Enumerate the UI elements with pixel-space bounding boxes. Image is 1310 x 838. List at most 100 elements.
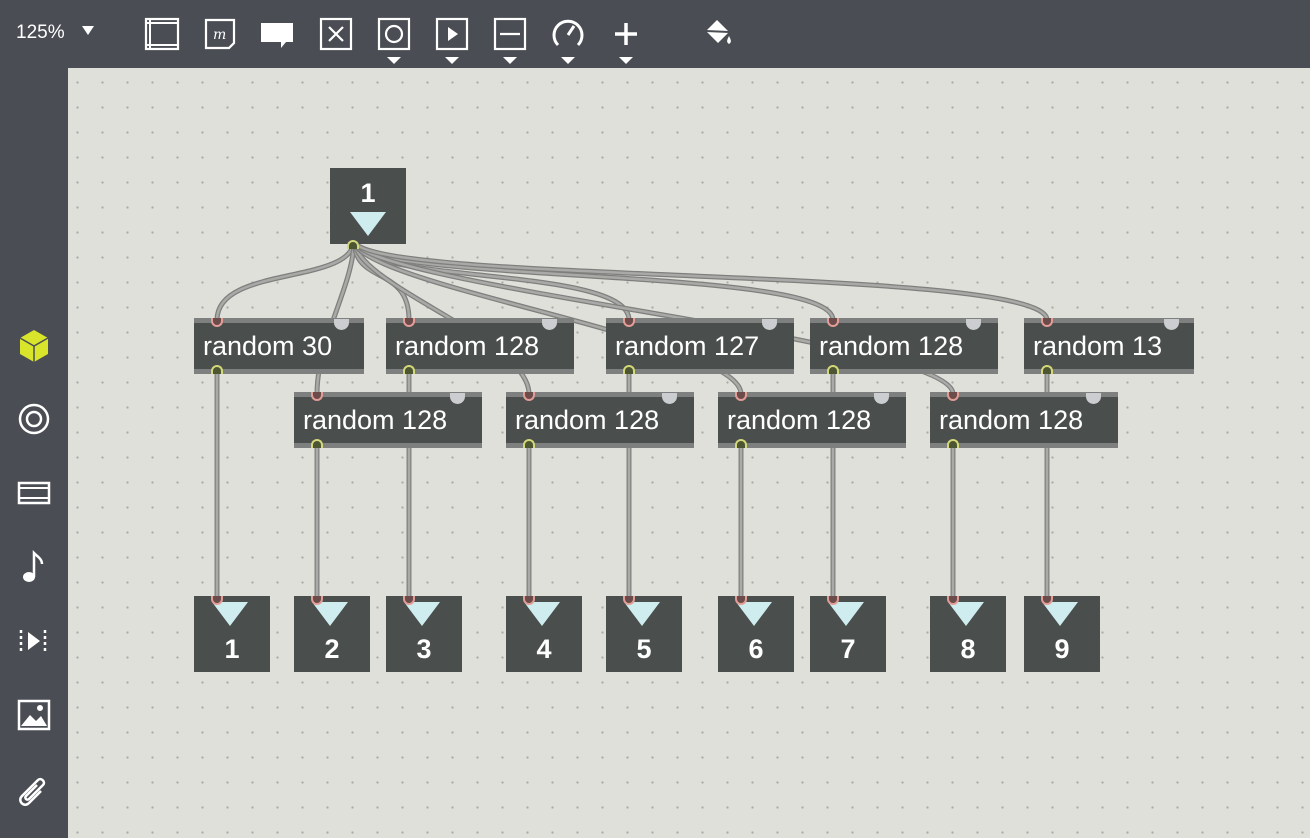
random-object[interactable]: random 128 <box>810 318 998 374</box>
music-button[interactable] <box>14 547 54 587</box>
bang-button[interactable] <box>374 14 414 64</box>
inlet[interactable] <box>966 319 981 330</box>
random-object[interactable]: random 128 <box>506 392 694 448</box>
add-object-button[interactable] <box>606 14 646 64</box>
object-text: random 30 <box>203 331 333 361</box>
inlet[interactable] <box>947 392 959 401</box>
outlet[interactable] <box>403 365 415 374</box>
output-number-value: 3 <box>416 634 432 664</box>
source-number-value: 1 <box>360 178 376 208</box>
outlet[interactable] <box>947 439 959 448</box>
output-number-value: 9 <box>1054 634 1070 664</box>
slider-icon <box>493 17 527 51</box>
random-object[interactable]: random 30 <box>194 318 364 374</box>
comment-button[interactable] <box>258 14 298 54</box>
object-text: random 127 <box>615 331 760 361</box>
step-forward-button[interactable] <box>14 621 54 661</box>
target-button[interactable] <box>14 399 54 439</box>
inlet[interactable] <box>827 318 839 327</box>
outlet[interactable] <box>827 365 839 374</box>
output-number-box[interactable]: 7 <box>810 596 886 672</box>
attachments-button[interactable] <box>14 769 54 809</box>
zoom-level[interactable]: 125% <box>16 22 65 44</box>
inlet[interactable] <box>1086 393 1101 404</box>
inlet[interactable] <box>1164 319 1179 330</box>
random-object[interactable]: random 128 <box>930 392 1118 448</box>
play-dropdown-icon[interactable] <box>445 57 459 64</box>
inlet[interactable] <box>762 319 777 330</box>
output-number-value: 8 <box>960 634 976 664</box>
object-text: random 128 <box>303 405 448 435</box>
number-arrow-icon <box>312 602 348 626</box>
inlet[interactable] <box>334 319 349 330</box>
panel-button[interactable] <box>142 14 182 54</box>
inlet[interactable] <box>211 318 223 327</box>
outlet[interactable] <box>523 439 535 448</box>
patcher-canvas[interactable] <box>68 68 1310 838</box>
bang-dropdown-icon[interactable] <box>387 57 401 64</box>
film-strip-icon <box>17 481 51 505</box>
number-arrow-icon <box>1042 602 1078 626</box>
output-number-box[interactable]: 4 <box>506 596 582 672</box>
outlet[interactable] <box>623 365 635 374</box>
outlet[interactable] <box>347 240 359 249</box>
source-number-box[interactable]: 1 <box>330 168 406 249</box>
media-button[interactable] <box>14 473 54 513</box>
package-manager-button[interactable] <box>14 326 54 366</box>
message-box-button[interactable]: m <box>200 14 240 54</box>
toggle-icon <box>319 17 353 51</box>
inlet[interactable] <box>735 392 747 401</box>
slider-button[interactable] <box>490 14 530 64</box>
inlet[interactable] <box>523 392 535 401</box>
toggle-button[interactable] <box>316 14 356 54</box>
output-number-box[interactable]: 9 <box>1024 596 1100 672</box>
random-object[interactable]: random 128 <box>386 318 574 374</box>
bang-icon <box>377 17 411 51</box>
output-number-box[interactable]: 3 <box>386 596 462 672</box>
output-number-value: 4 <box>536 634 552 664</box>
outlet[interactable] <box>211 365 223 374</box>
package-cube-icon <box>19 330 49 362</box>
object-text: random 128 <box>395 331 540 361</box>
inlet[interactable] <box>403 318 415 327</box>
step-forward-icon <box>19 630 47 652</box>
sidebar <box>0 68 68 838</box>
number-arrow-icon <box>404 602 440 626</box>
dial-button[interactable] <box>548 14 588 64</box>
random-object[interactable]: random 127 <box>606 318 794 374</box>
dial-dropdown-icon[interactable] <box>561 57 575 64</box>
output-number-box[interactable]: 2 <box>294 596 370 672</box>
object-text: random 128 <box>939 405 1084 435</box>
play-button[interactable] <box>432 14 472 64</box>
inlet[interactable] <box>542 319 557 330</box>
output-number-value: 7 <box>840 634 856 664</box>
inlet[interactable] <box>662 393 677 404</box>
random-object[interactable]: random 128 <box>294 392 482 448</box>
number-arrow-icon <box>736 602 772 626</box>
random-object[interactable]: random 128 <box>718 392 906 448</box>
inlet[interactable] <box>311 392 323 401</box>
inlet[interactable] <box>1041 318 1053 327</box>
add-object-dropdown-icon[interactable] <box>619 57 633 64</box>
outlet[interactable] <box>311 439 323 448</box>
output-number-box[interactable]: 8 <box>930 596 1006 672</box>
number-arrow-icon <box>212 602 248 626</box>
dial-icon <box>552 19 584 47</box>
output-number-box[interactable]: 1 <box>194 596 270 672</box>
slider-dropdown-icon[interactable] <box>503 57 517 64</box>
inlet[interactable] <box>874 393 889 404</box>
random-object[interactable]: random 13 <box>1024 318 1194 374</box>
outlet[interactable] <box>735 439 747 448</box>
paint-bucket-button[interactable] <box>698 14 738 54</box>
output-number-box[interactable]: 6 <box>718 596 794 672</box>
comment-icon <box>261 23 293 48</box>
image-button[interactable] <box>14 695 54 735</box>
paint-bucket-icon <box>705 20 731 44</box>
outlet[interactable] <box>1041 365 1053 374</box>
zoom-dropdown-icon[interactable] <box>82 26 94 35</box>
object-text: random 128 <box>819 331 964 361</box>
output-number-box[interactable]: 5 <box>606 596 682 672</box>
inlet[interactable] <box>623 318 635 327</box>
inlet[interactable] <box>450 393 465 404</box>
number-arrow-icon <box>948 602 984 626</box>
